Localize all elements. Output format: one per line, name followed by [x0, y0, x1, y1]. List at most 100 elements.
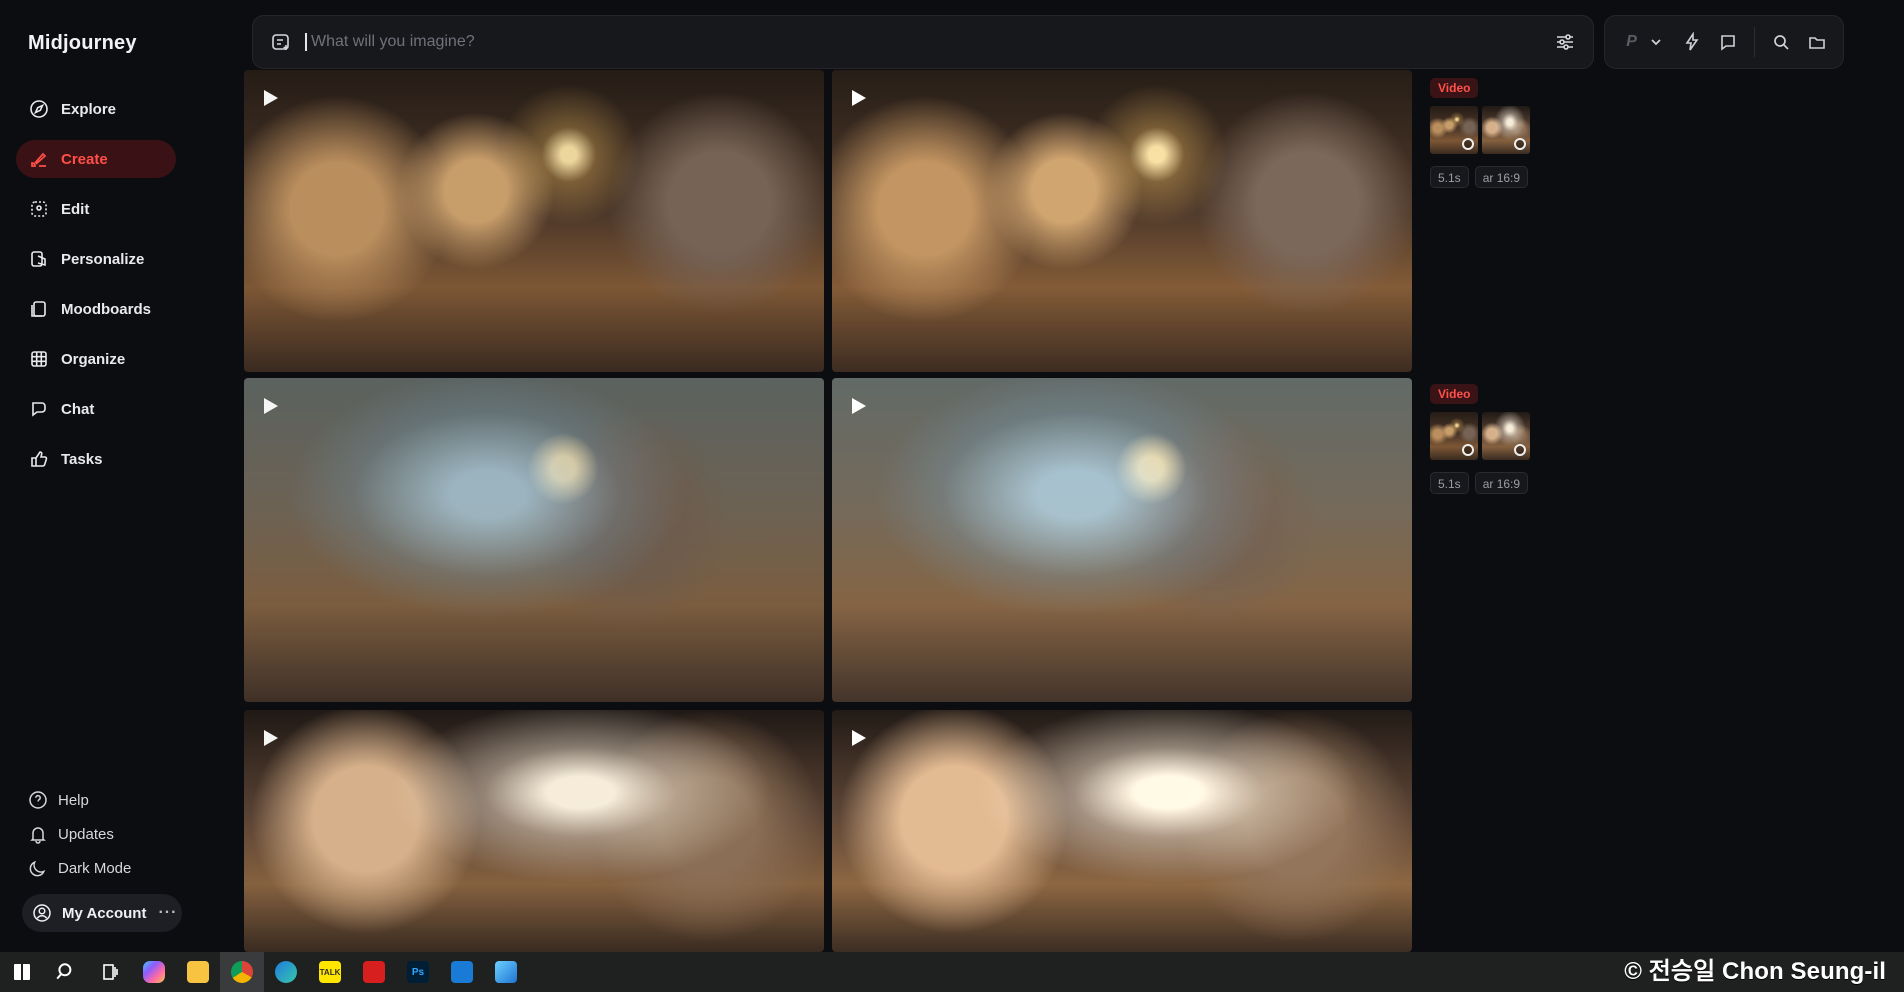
duration-chip[interactable]: 5.1s — [1430, 472, 1469, 494]
settings-sliders-icon[interactable] — [1553, 30, 1577, 54]
sidebar-item-tasks[interactable]: Tasks — [16, 440, 176, 478]
sidebar-item-moodboards[interactable]: Moodboards — [16, 290, 176, 328]
thumbnail-status-icon — [1462, 444, 1474, 456]
help-label: Help — [58, 791, 89, 809]
personalize-icon — [29, 249, 49, 269]
acrobat-logo — [363, 961, 385, 983]
help-link[interactable]: Help — [28, 788, 131, 812]
play-icon[interactable] — [264, 730, 278, 746]
main-nav: Explore Create Edit Personalize Moodboar… — [16, 90, 176, 490]
edge-logo — [275, 961, 297, 983]
brush-icon — [29, 149, 49, 169]
edit-frame-icon — [29, 199, 49, 219]
photos-icon[interactable] — [484, 952, 528, 992]
source-thumbnail[interactable] — [1430, 412, 1478, 460]
sidebar-item-label: Organize — [61, 350, 126, 368]
folder-icon[interactable] — [1807, 30, 1827, 54]
kakaotalk-icon[interactable]: TALK — [308, 952, 352, 992]
video-badge: Video — [1430, 384, 1479, 404]
thumbs-up-icon — [29, 449, 49, 469]
sidebar-item-label: Chat — [61, 400, 95, 418]
brand-title: Midjourney — [28, 32, 137, 54]
photoshop-logo: Ps — [407, 961, 429, 983]
video-tile[interactable] — [832, 378, 1412, 702]
aspect-ratio-chip[interactable]: ar 16:9 — [1474, 166, 1529, 188]
source-thumbnails — [1430, 412, 1560, 460]
image-prompt-icon[interactable] — [269, 30, 293, 54]
dark-mode-toggle[interactable]: Dark Mode — [28, 856, 131, 880]
sidebar-item-label: Create — [61, 150, 108, 168]
play-icon[interactable] — [264, 398, 278, 414]
chat-bubbles-icon — [29, 399, 49, 419]
video-tile[interactable] — [244, 710, 824, 952]
parameter-chips: 5.1s ar 16:9 — [1430, 472, 1560, 494]
play-icon[interactable] — [852, 90, 866, 106]
sidebar-item-label: Personalize — [61, 250, 145, 268]
chat-icon[interactable] — [1718, 30, 1738, 54]
video-tile[interactable] — [832, 70, 1412, 372]
photos-logo — [495, 961, 517, 983]
acrobat-icon[interactable] — [352, 952, 396, 992]
outlook-logo — [451, 961, 473, 983]
sidebar-item-organize[interactable]: Organize — [16, 340, 176, 378]
sidebar-item-personalize[interactable]: Personalize — [16, 240, 176, 278]
file-explorer-icon[interactable] — [176, 952, 220, 992]
parameter-chips: 5.1s ar 16:9 — [1430, 166, 1560, 188]
prompt-input[interactable] — [305, 33, 1553, 51]
folder-logo — [187, 961, 209, 983]
moodboard-icon — [29, 299, 49, 319]
aspect-ratio-chip[interactable]: ar 16:9 — [1474, 472, 1529, 494]
windows-icon[interactable] — [0, 952, 44, 992]
more-menu-icon[interactable]: ··· — [158, 904, 177, 922]
task-view-icon[interactable] — [88, 952, 132, 992]
personalization-letter: P — [1626, 33, 1637, 50]
sidebar-footer: Help Updates Dark Mode — [28, 788, 131, 890]
chrome-logo — [231, 961, 253, 983]
dark-mode-label: Dark Mode — [58, 859, 132, 877]
sidebar-item-label: Tasks — [61, 450, 103, 468]
source-thumbnail[interactable] — [1482, 106, 1530, 154]
thumbnail-status-icon — [1462, 138, 1474, 150]
sidebar: Midjourney Explore Create Edit Personali… — [0, 0, 244, 952]
job-meta-group: Video 5.1s ar 16:9 — [1430, 384, 1560, 494]
sidebar-item-label: Moodboards — [61, 300, 151, 318]
outlook-icon[interactable] — [440, 952, 484, 992]
video-tile[interactable] — [244, 70, 824, 372]
duration-chip[interactable]: 5.1s — [1430, 166, 1469, 188]
kakaotalk-logo: TALK — [319, 961, 341, 983]
thumbnail-status-icon — [1514, 138, 1526, 150]
sidebar-item-edit[interactable]: Edit — [16, 190, 176, 228]
updates-label: Updates — [58, 825, 114, 843]
sidebar-item-create[interactable]: Create — [16, 140, 176, 178]
edge-icon[interactable] — [264, 952, 308, 992]
video-tile[interactable] — [244, 378, 824, 702]
play-icon[interactable] — [852, 398, 866, 414]
personalization-toggle[interactable]: P — [1623, 30, 1640, 54]
photoshop-icon[interactable]: Ps — [396, 952, 440, 992]
video-tile[interactable] — [832, 710, 1412, 952]
bell-icon — [28, 824, 48, 844]
compass-icon — [29, 99, 49, 119]
copilot-icon[interactable] — [132, 952, 176, 992]
play-icon[interactable] — [264, 90, 278, 106]
chevron-down-icon[interactable] — [1646, 30, 1666, 54]
updates-link[interactable]: Updates — [28, 822, 131, 846]
chrome-icon[interactable] — [220, 952, 264, 992]
job-meta-group: Video 5.1s ar 16:9 — [1430, 78, 1560, 188]
source-thumbnail[interactable] — [1482, 412, 1530, 460]
search-icon[interactable] — [1771, 30, 1791, 54]
toolbar: P — [1604, 15, 1844, 69]
sidebar-item-label: Explore — [61, 100, 117, 118]
sidebar-item-chat[interactable]: Chat — [16, 390, 176, 428]
play-icon[interactable] — [852, 730, 866, 746]
sidebar-item-label: Edit — [61, 200, 90, 218]
moon-icon — [28, 858, 48, 878]
lightning-icon[interactable] — [1682, 30, 1702, 54]
search-icon[interactable] — [44, 952, 88, 992]
source-thumbnail[interactable] — [1430, 106, 1478, 154]
my-account-button[interactable]: My Account ··· — [22, 894, 182, 932]
sidebar-item-explore[interactable]: Explore — [16, 90, 176, 128]
account-label: My Account — [62, 904, 147, 922]
source-thumbnails — [1430, 106, 1560, 154]
midjourney-window: Midjourney Explore Create Edit Personali… — [0, 0, 1904, 952]
